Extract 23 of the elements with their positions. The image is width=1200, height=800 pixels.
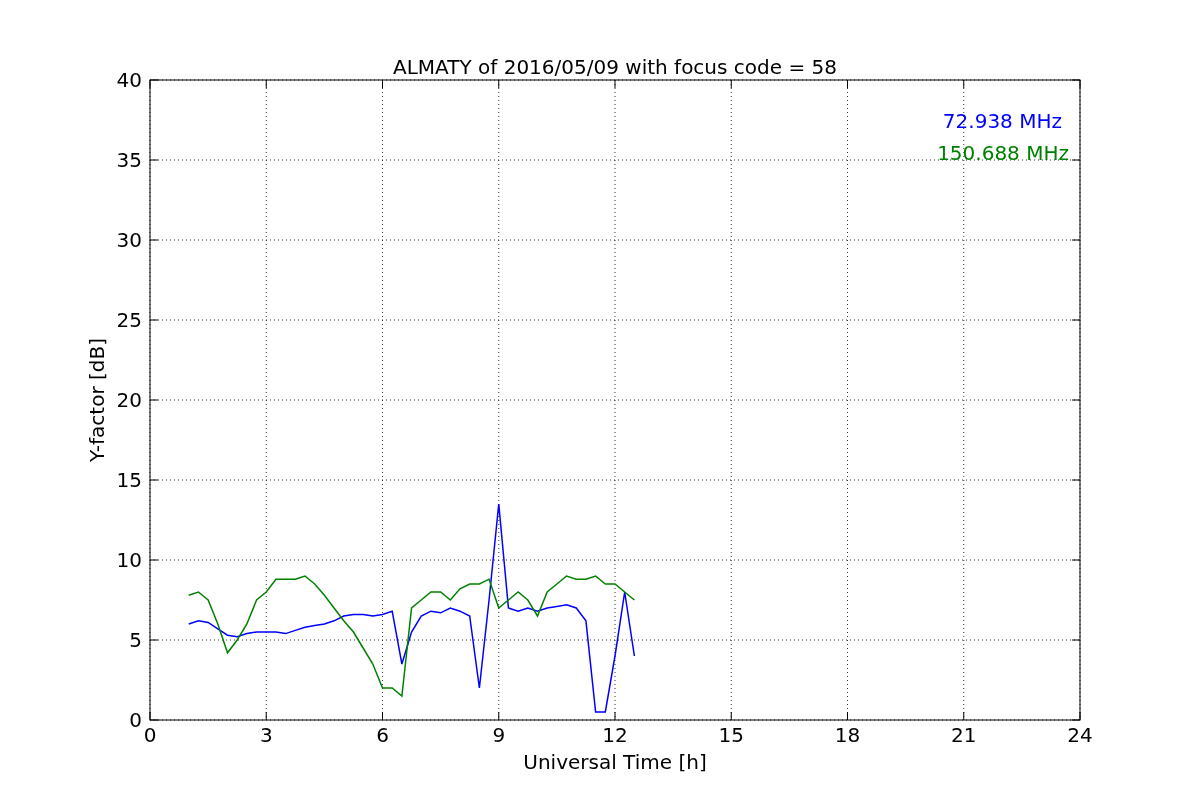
- chart-title: ALMATY of 2016/05/09 with focus code = 58: [393, 55, 837, 79]
- x-tick-label: 9: [492, 723, 506, 747]
- x-tick-label: 12: [602, 723, 628, 747]
- x-tick-label: 15: [718, 723, 744, 747]
- y-tick-label: 40: [116, 68, 142, 92]
- y-tick-label: 35: [116, 148, 142, 172]
- x-tick-label: 3: [259, 723, 273, 747]
- x-tick-label: 21: [951, 723, 977, 747]
- legend-label: 150.688 MHz: [937, 141, 1069, 165]
- y-tick-label: 0: [129, 708, 142, 732]
- x-tick-label: 0: [143, 723, 157, 747]
- y-tick-label: 30: [116, 228, 142, 252]
- y-tick-label: 20: [116, 388, 142, 412]
- x-axis-label: Universal Time [h]: [523, 750, 707, 774]
- y-tick-label: 5: [129, 628, 142, 652]
- y-tick-label: 15: [116, 468, 142, 492]
- legend-label: 72.938 MHz: [942, 109, 1062, 133]
- x-tick-label: 24: [1067, 723, 1093, 747]
- y-tick-label: 10: [116, 548, 142, 572]
- x-tick-label: 6: [376, 723, 389, 747]
- x-tick-label: 18: [834, 723, 861, 747]
- y-axis-label: Y-factor [dB]: [85, 338, 109, 462]
- y-tick-label: 25: [116, 308, 142, 332]
